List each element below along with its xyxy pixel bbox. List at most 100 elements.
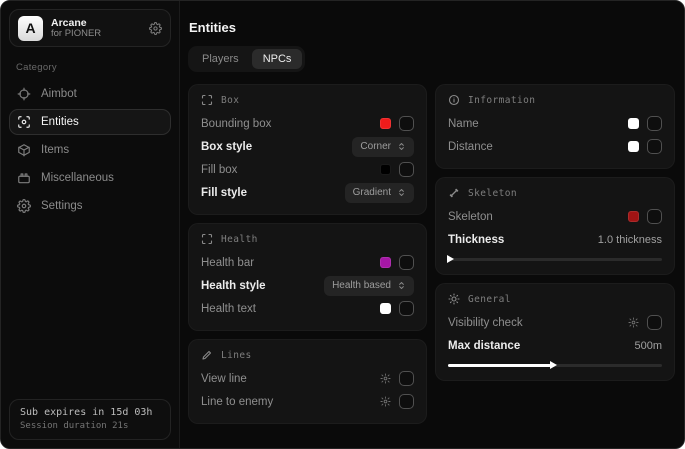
- setting-label: View line: [201, 373, 247, 385]
- thickness-slider[interactable]: [448, 258, 662, 261]
- visibility-check-checkbox[interactable]: [647, 315, 662, 330]
- brand-card: A Arcane for PIONER: [9, 9, 171, 47]
- sidebar-item-items[interactable]: Items: [9, 137, 171, 163]
- setting-label: Bounding box: [201, 118, 271, 130]
- gear-icon[interactable]: [149, 22, 162, 35]
- crosshair-icon: [17, 87, 31, 101]
- bounding-box-checkbox[interactable]: [399, 116, 414, 131]
- color-swatch[interactable]: [380, 164, 391, 175]
- subscription-card: Sub expires in 15d 03h Session duration …: [9, 399, 171, 440]
- slider-thumb[interactable]: [550, 361, 557, 369]
- sidebar-nav: Aimbot Entities Items Miscellaneous: [9, 81, 171, 219]
- sub-expiry-text: Sub expires in 15d 03h: [20, 407, 160, 418]
- skeleton-panel: Skeleton Skeleton Thickness 1.0 thicknes…: [435, 177, 675, 275]
- main-content: Entities Players NPCs Box Bounding box: [180, 1, 685, 448]
- setting-label: Name: [448, 118, 479, 130]
- sidebar-item-label: Aimbot: [41, 88, 77, 100]
- panel-title: Skeleton: [468, 188, 517, 199]
- fill-box-checkbox[interactable]: [399, 162, 414, 177]
- setting-row-fill-box: Fill box: [201, 158, 414, 181]
- tab-npcs[interactable]: NPCs: [252, 49, 303, 69]
- setting-row-bounding-box: Bounding box: [201, 112, 414, 135]
- view-line-checkbox[interactable]: [399, 371, 414, 386]
- sidebar-item-label: Miscellaneous: [41, 172, 114, 184]
- entities-scan-icon: [17, 115, 31, 129]
- setting-label: Max distance: [448, 340, 520, 352]
- color-swatch[interactable]: [380, 303, 391, 314]
- setting-row-box-style: Box style Corner: [201, 135, 414, 158]
- color-swatch[interactable]: [628, 118, 639, 129]
- app-name: Arcane: [51, 17, 141, 29]
- health-text-checkbox[interactable]: [399, 301, 414, 316]
- app-logo: A: [18, 16, 43, 41]
- setting-label: Skeleton: [448, 211, 493, 223]
- setting-row-line-to-enemy: Line to enemy: [201, 390, 414, 413]
- scan-brackets-icon: [201, 233, 213, 245]
- panel-title: Box: [221, 95, 239, 106]
- gear-icon[interactable]: [380, 373, 391, 384]
- color-swatch[interactable]: [380, 257, 391, 268]
- chevrons-up-down-icon: [397, 281, 406, 290]
- toy-brick-icon: [17, 171, 31, 185]
- pencil-line-icon: [201, 349, 213, 361]
- setting-row-health-bar: Health bar: [201, 251, 414, 274]
- app-subtitle: for PIONER: [51, 29, 141, 40]
- panel-title: Information: [468, 95, 535, 106]
- sidebar-item-miscellaneous[interactable]: Miscellaneous: [9, 165, 171, 191]
- setting-label: Health bar: [201, 257, 254, 269]
- name-checkbox[interactable]: [647, 116, 662, 131]
- setting-label: Fill box: [201, 164, 237, 176]
- color-swatch[interactable]: [628, 211, 639, 222]
- fill-style-dropdown[interactable]: Gradient: [345, 183, 414, 203]
- color-swatch[interactable]: [380, 118, 391, 129]
- category-label: Category: [16, 62, 171, 73]
- distance-checkbox[interactable]: [647, 139, 662, 154]
- bone-icon: [448, 187, 460, 199]
- dropdown-value: Gradient: [353, 187, 391, 198]
- thickness-value: 1.0 thickness: [598, 234, 662, 246]
- health-bar-checkbox[interactable]: [399, 255, 414, 270]
- setting-label: Visibility check: [448, 317, 523, 329]
- sidebar-item-entities[interactable]: Entities: [9, 109, 171, 135]
- box-panel: Box Bounding box Box style Corner: [188, 84, 427, 215]
- sidebar-item-aimbot[interactable]: Aimbot: [9, 81, 171, 107]
- lines-panel: Lines View line Line to enemy: [188, 339, 427, 424]
- sun-icon: [448, 293, 460, 305]
- setting-label: Box style: [201, 141, 252, 153]
- health-panel: Health Health bar Health style Health ba…: [188, 223, 427, 331]
- setting-label: Line to enemy: [201, 396, 273, 408]
- setting-row-thickness: Thickness 1.0 thickness: [448, 228, 662, 251]
- skeleton-checkbox[interactable]: [647, 209, 662, 224]
- setting-row-visibility-check: Visibility check: [448, 311, 662, 334]
- chevrons-up-down-icon: [397, 142, 406, 151]
- line-to-enemy-checkbox[interactable]: [399, 394, 414, 409]
- scan-brackets-icon: [201, 94, 213, 106]
- panel-title: Lines: [221, 350, 252, 361]
- max-distance-slider[interactable]: [448, 364, 662, 367]
- health-style-dropdown[interactable]: Health based: [324, 276, 414, 296]
- sidebar-item-label: Entities: [41, 116, 79, 128]
- color-swatch[interactable]: [628, 141, 639, 152]
- box-style-dropdown[interactable]: Corner: [352, 137, 414, 157]
- info-icon: [448, 94, 460, 106]
- setting-row-name: Name: [448, 112, 662, 135]
- gear-icon[interactable]: [628, 317, 639, 328]
- setting-label: Fill style: [201, 187, 247, 199]
- gear-icon[interactable]: [380, 396, 391, 407]
- setting-label: Health style: [201, 280, 266, 292]
- app-window: A Arcane for PIONER Category Aimbot: [0, 0, 685, 449]
- setting-row-health-style: Health style Health based: [201, 274, 414, 297]
- slider-thumb[interactable]: [447, 255, 454, 263]
- general-panel: General Visibility check Max distance: [435, 283, 675, 381]
- session-duration-text: Session duration 21s: [20, 421, 160, 431]
- information-panel: Information Name Distance: [435, 84, 675, 169]
- setting-row-distance: Distance: [448, 135, 662, 158]
- sidebar-item-settings[interactable]: Settings: [9, 193, 171, 219]
- dropdown-value: Corner: [360, 141, 391, 152]
- sidebar-item-label: Items: [41, 144, 69, 156]
- entity-type-tabs: Players NPCs: [188, 46, 305, 72]
- setting-row-fill-style: Fill style Gradient: [201, 181, 414, 204]
- tab-players[interactable]: Players: [191, 49, 250, 69]
- sidebar-item-label: Settings: [41, 200, 83, 212]
- setting-row-max-distance: Max distance 500m: [448, 334, 662, 357]
